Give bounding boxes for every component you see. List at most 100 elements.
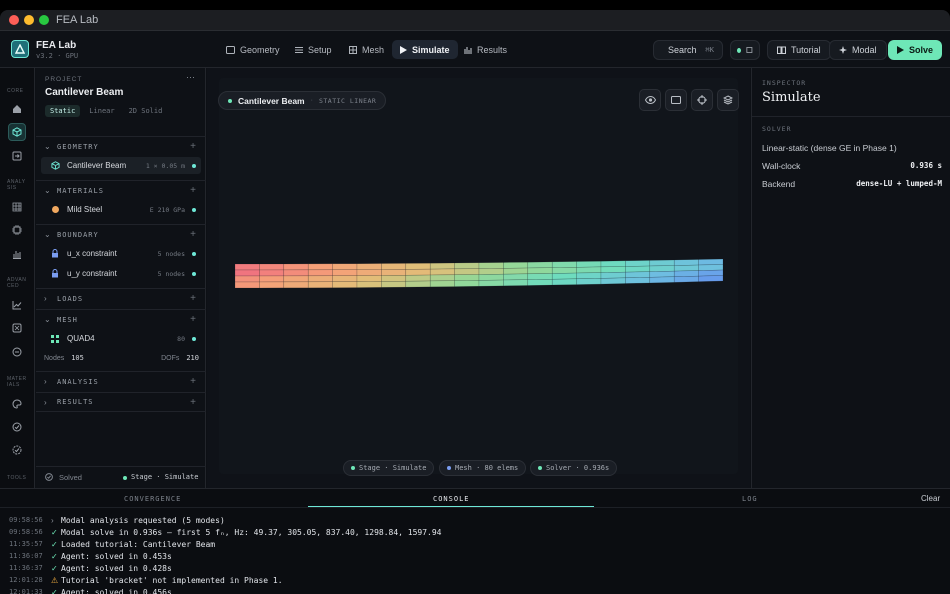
- transform-icon: [12, 323, 22, 333]
- tag-2d-solid[interactable]: 2D Solid: [124, 105, 168, 117]
- tree-item-mesh[interactable]: QUAD4 80: [41, 330, 201, 347]
- mesh-element: [698, 258, 724, 266]
- mesh-element: [478, 262, 504, 269]
- add-results-button[interactable]: +: [190, 397, 197, 408]
- status-dot: [192, 163, 196, 168]
- rail-check-button[interactable]: [8, 418, 26, 436]
- target-button[interactable]: [691, 89, 713, 111]
- tree-item-geometry[interactable]: Cantilever Beam 1 × 0.05 m: [41, 157, 201, 174]
- tab-geometry[interactable]: Geometry: [218, 40, 288, 59]
- rail-solver-button[interactable]: [8, 221, 26, 239]
- section-results[interactable]: › RESULTS +: [36, 392, 206, 412]
- rail-charts-button[interactable]: [8, 245, 26, 263]
- status-indicator[interactable]: [730, 40, 760, 60]
- solve-button[interactable]: Solve: [888, 40, 943, 60]
- tab-setup[interactable]: Setup: [287, 40, 340, 59]
- tree-item-ux-constraint[interactable]: u_x constraint 5 nodes: [41, 245, 201, 262]
- mesh-element: [503, 279, 529, 287]
- mesh-element: [503, 273, 529, 281]
- mesh-element: [551, 272, 577, 280]
- mesh-element: [551, 261, 577, 268]
- backend-value: dense-LU + lumped-M: [856, 179, 942, 188]
- wallclock-label: Wall-clock: [762, 161, 801, 171]
- tab-convergence[interactable]: CONVERGENCE: [124, 495, 181, 503]
- inspector-label: INSPECTOR: [762, 79, 807, 87]
- cube-icon: [50, 161, 60, 170]
- frame-button[interactable]: [665, 89, 687, 111]
- mesh-element: [234, 269, 260, 277]
- project-more-button[interactable]: ···: [186, 72, 195, 82]
- icon-rail: CORE ANALY SIS ADVAN CED MATER IALS TOOL…: [0, 68, 35, 488]
- rail-mesh-button[interactable]: [8, 198, 26, 216]
- rail-home-button[interactable]: [8, 100, 26, 118]
- section-mesh[interactable]: ⌄ MESH +: [36, 309, 206, 329]
- project-panel: PROJECT ··· Cantilever Beam Static Linea…: [36, 68, 206, 488]
- tab-console[interactable]: CONSOLE: [433, 495, 470, 503]
- mesh-element: [576, 260, 602, 268]
- minimize-window-button[interactable]: [24, 15, 34, 25]
- tree-item-material[interactable]: Mild Steel E 210 GPa: [41, 201, 201, 218]
- modal-button[interactable]: Modal: [829, 40, 887, 60]
- maximize-window-button[interactable]: [39, 15, 49, 25]
- tab-log[interactable]: LOG: [742, 495, 758, 503]
- project-tags: Static Linear 2D Solid: [45, 105, 167, 117]
- check-circle-icon: [12, 422, 22, 432]
- tree-item-uy-constraint[interactable]: u_y constraint 5 nodes: [41, 265, 201, 282]
- add-load-button[interactable]: +: [190, 293, 197, 304]
- tab-results[interactable]: Results: [456, 40, 515, 59]
- visibility-button[interactable]: [639, 89, 661, 111]
- solve-status: Solved: [59, 473, 82, 482]
- section-analysis[interactable]: › ANALYSIS +: [36, 371, 206, 391]
- mesh-element: [234, 281, 260, 289]
- section-materials-label: MATERIALS: [57, 186, 104, 195]
- add-mesh-button[interactable]: +: [190, 314, 197, 325]
- search-button[interactable]: Search ⌘K: [653, 40, 723, 60]
- mesh-element: [356, 269, 382, 276]
- layers-button[interactable]: [717, 89, 739, 111]
- log-timestamp: 11:35:57: [9, 540, 43, 548]
- tab-mesh[interactable]: Mesh: [341, 40, 392, 59]
- tab-simulate[interactable]: Simulate: [392, 40, 458, 59]
- rail-palette-button[interactable]: [8, 395, 26, 413]
- rail-model-button[interactable]: [8, 123, 26, 141]
- add-analysis-button[interactable]: +: [190, 376, 197, 387]
- mesh-element: [356, 275, 382, 282]
- geometry-item-meta: 1 × 0.05 m: [145, 161, 185, 170]
- add-boundary-button[interactable]: +: [190, 229, 197, 240]
- section-boundary[interactable]: ⌄ BOUNDARY +: [36, 224, 206, 244]
- rail-verify-button[interactable]: [8, 441, 26, 459]
- check-icon: ✓: [51, 527, 58, 537]
- check-circle-icon: [45, 473, 53, 481]
- tutorial-button[interactable]: Tutorial: [767, 40, 831, 60]
- mesh-element: [527, 278, 553, 286]
- tutorial-label: Tutorial: [791, 45, 821, 55]
- log-message: Agent: solved in 0.453s: [61, 551, 172, 561]
- section-loads[interactable]: › LOADS +: [36, 288, 206, 308]
- tag-linear[interactable]: Linear: [84, 105, 119, 117]
- rail-materials-label: MATER IALS: [7, 376, 27, 388]
- mesh-element: [527, 267, 553, 275]
- import-icon: [12, 151, 22, 161]
- log-timestamp: 09:58:56: [9, 528, 43, 536]
- add-geometry-button[interactable]: +: [190, 141, 197, 152]
- rail-transform-button[interactable]: [8, 319, 26, 337]
- section-geometry[interactable]: ⌄ GEOMETRY +: [36, 136, 206, 156]
- close-window-button[interactable]: [9, 15, 19, 25]
- status-dot: [192, 336, 196, 341]
- log-timestamp: 12:01:28: [9, 576, 43, 584]
- clear-button[interactable]: Clear: [921, 494, 940, 503]
- rail-trend-button[interactable]: [8, 296, 26, 314]
- mesh-element: [332, 263, 358, 271]
- rail-minus-button[interactable]: [8, 343, 26, 361]
- tag-static[interactable]: Static: [45, 105, 81, 117]
- mesh-element: [332, 275, 358, 282]
- app-logo: [11, 40, 29, 58]
- mesh-element: [649, 265, 675, 272]
- section-materials[interactable]: ⌄ MATERIALS +: [36, 180, 206, 200]
- triangle-logo-icon: [15, 44, 25, 54]
- chevron-right-icon: ›: [44, 377, 48, 386]
- status-dot: [192, 251, 196, 256]
- rail-import-button[interactable]: [8, 147, 26, 165]
- add-material-button[interactable]: +: [190, 185, 197, 196]
- viewport[interactable]: [219, 78, 738, 474]
